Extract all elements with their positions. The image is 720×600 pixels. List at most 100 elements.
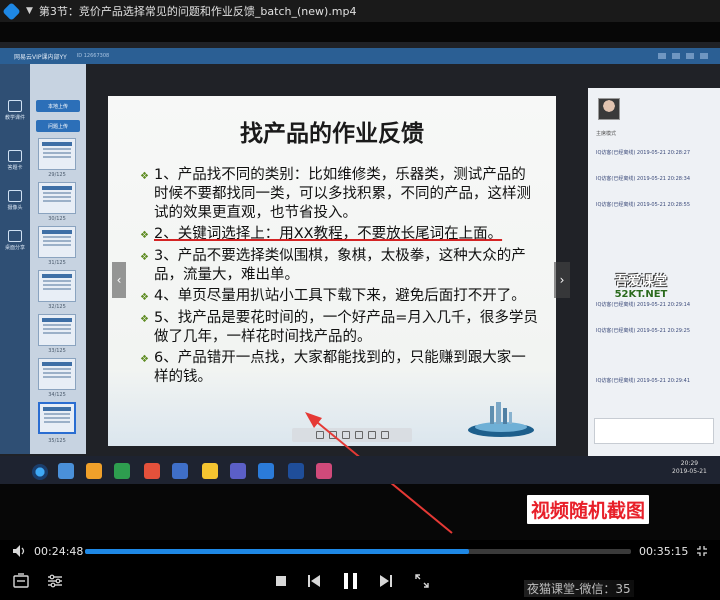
slide-thumbnail xyxy=(38,182,76,214)
slide-bullet: ❖ 4、单页尽量用扒站小工具下载下来，避免后面打不开了。 xyxy=(140,287,540,307)
taskbar-app-icon xyxy=(172,463,188,479)
redo-icon xyxy=(367,431,376,439)
elapsed-time: 00:24:48 xyxy=(34,545,84,558)
thumbnail-number: 33/125 xyxy=(48,348,66,354)
total-time: 00:35:15 xyxy=(639,545,689,558)
pause-icon xyxy=(343,573,357,589)
room-id: ID 12667308 xyxy=(76,53,110,59)
slide-thumbnail-panel: 本地上传 问题上传 29/125 30/125 31/125 32/125 33… xyxy=(30,64,86,454)
taskbar-app-icon xyxy=(288,463,304,479)
playlist-button[interactable] xyxy=(12,572,30,590)
recorded-tool-strip: 教学课件 答题卡 摄像头 桌面分享 xyxy=(0,64,30,454)
slide-thumbnail xyxy=(38,270,76,302)
stop-icon xyxy=(276,576,286,586)
slide-bullet: ❖ 3、产品不要选择类似围棋，象棋，太极拳，这种大众的产品，流量大，难出单。 xyxy=(140,248,526,283)
slide-bullet-list: ❖ 1、产品找不同的类别：比如维修类，乐器类，测试产品的时候不要都找同一类，可以多… xyxy=(140,166,540,389)
chat-message: IQ访客(已经离线) 2019-05-21 20:29:41 xyxy=(596,378,691,384)
camera-tool: 摄像头 xyxy=(3,190,27,211)
eraser-icon xyxy=(341,431,350,439)
playlist-icon xyxy=(13,573,29,588)
previous-button[interactable] xyxy=(306,573,322,589)
seek-bar-progress xyxy=(85,549,470,554)
recorded-software-title: 网易云VIP课内部YY xyxy=(14,53,67,61)
chat-input-box xyxy=(594,418,714,444)
line-icon xyxy=(328,431,337,439)
settings-icon xyxy=(48,574,62,588)
slide-thumbnail-active xyxy=(38,402,76,434)
prev-icon xyxy=(308,575,320,587)
chat-message: IQ访客(已经离线) 2019-05-21 20:28:27 xyxy=(596,150,691,156)
bullet-diamond-icon: ❖ xyxy=(140,171,149,182)
slide-bullet: ❖ 1、产品找不同的类别：比如维修类，乐器类，测试产品的时候不要都找同一类，可以多… xyxy=(140,167,531,221)
chat-message: IQ访客(已经离线) 2019-05-21 20:29:25 xyxy=(596,328,691,334)
fullscreen-icon xyxy=(415,574,429,588)
fullscreen-button[interactable] xyxy=(414,573,430,589)
menu-caret-icon[interactable]: ▼ xyxy=(26,6,33,16)
site-watermark: 吾爱课堂 52KT.NET xyxy=(614,274,668,300)
chat-message: IQ访客(已经离线) 2019-05-21 20:28:55 xyxy=(596,202,691,208)
pause-button[interactable] xyxy=(340,570,360,592)
bullet-diamond-icon: ❖ xyxy=(140,292,149,303)
slide-title: 找产品的作业反馈 xyxy=(240,121,424,147)
video-player-window: ▼ 第3节：竞价产品选择常见的问题和作业反馈_batch_(new).mp4 网… xyxy=(0,0,720,600)
next-icon xyxy=(380,575,392,587)
slide-annotation-toolbar xyxy=(292,428,412,442)
question-upload-button: 问题上传 xyxy=(36,120,80,132)
bullet-diamond-icon: ❖ xyxy=(140,252,149,263)
chat-message: IQ访客(已经离线) 2019-05-21 20:29:14 xyxy=(596,302,691,308)
slide-thumbnail xyxy=(38,358,76,390)
taskbar-app-icon xyxy=(230,463,246,479)
desktop-share-tool: 桌面分享 xyxy=(3,230,27,251)
quiz-card-tool: 答题卡 xyxy=(3,150,27,171)
taskbar-app-icon xyxy=(316,463,332,479)
chat-header: 主席模式 xyxy=(596,131,617,137)
taskbar-app-icon xyxy=(258,463,274,479)
taskbar-app-icon xyxy=(114,463,130,479)
settings-button[interactable] xyxy=(46,572,64,590)
random-screenshot-label: 视频随机截图 xyxy=(527,495,650,524)
chat-message: IQ访客(已经离线) 2019-05-21 20:28:34 xyxy=(596,176,691,182)
thumbnail-number: 32/125 xyxy=(48,304,66,310)
taskbar-app-icon xyxy=(144,463,160,479)
taskbar-app-icon xyxy=(202,463,218,479)
recorded-window-controls xyxy=(658,53,708,59)
taskbar-clock: 20:29 2019-05-21 xyxy=(672,460,707,475)
recorded-software-topbar: 网易云VIP课内部YY ID 12667308 xyxy=(0,48,720,64)
water-city-illustration xyxy=(468,402,534,437)
avatar xyxy=(598,98,620,120)
clear-icon xyxy=(380,431,389,439)
thumbnail-number: 31/125 xyxy=(48,260,66,266)
exit-fullscreen-icon[interactable] xyxy=(696,545,708,557)
thumbnail-number: 29/125 xyxy=(48,172,66,178)
bullet-diamond-icon: ❖ xyxy=(140,230,149,241)
thumbnail-number: 34/125 xyxy=(48,392,66,398)
taskbar-app-icon xyxy=(58,463,74,479)
pen-icon xyxy=(315,431,324,439)
title-bar: ▼ 第3节：竞价产品选择常见的问题和作业反馈_batch_(new).mp4 xyxy=(0,0,720,22)
start-orb-icon xyxy=(32,464,48,480)
slide-bullet: ❖ 5、找产品是要花时间的，一个好产品=月入几千，很多学员做了几年，一样花时间找产… xyxy=(140,310,538,345)
volume-icon[interactable] xyxy=(12,544,26,558)
next-button[interactable] xyxy=(378,573,394,589)
slide-prev-icon: ‹ xyxy=(112,262,126,298)
recorded-taskbar xyxy=(0,456,720,484)
bullet-diamond-icon: ❖ xyxy=(140,354,149,365)
thumbnail-number: 30/125 xyxy=(48,216,66,222)
undo-icon xyxy=(354,431,363,439)
slide-thumbnail xyxy=(38,138,76,170)
app-logo-icon[interactable] xyxy=(0,0,22,22)
slide-bullet: ❖ 6、产品错开一点找，大家都能找到的，只能赚到跟大家一样的钱。 xyxy=(140,350,526,385)
courseware-tool: 教学课件 xyxy=(3,100,27,121)
local-upload-button: 本地上传 xyxy=(36,100,80,112)
seek-bar[interactable] xyxy=(85,549,631,554)
slide-bullet: ❖ 2、关键词选择上：用XX教程，不要放长尾词在上面。 xyxy=(140,225,540,245)
bullet-diamond-icon: ❖ xyxy=(140,314,149,325)
footer-watermark: 夜猫课堂-微信：35 xyxy=(524,580,634,597)
taskbar-app-icon xyxy=(86,463,102,479)
slide-thumbnail xyxy=(38,226,76,258)
file-title: 第3节：竞价产品选择常见的问题和作业反馈_batch_(new).mp4 xyxy=(38,5,357,18)
thumbnail-number: 35/125 xyxy=(48,438,66,444)
slide-next-icon: › xyxy=(554,262,570,298)
stop-button[interactable] xyxy=(274,574,288,588)
slide-thumbnail xyxy=(38,314,76,346)
